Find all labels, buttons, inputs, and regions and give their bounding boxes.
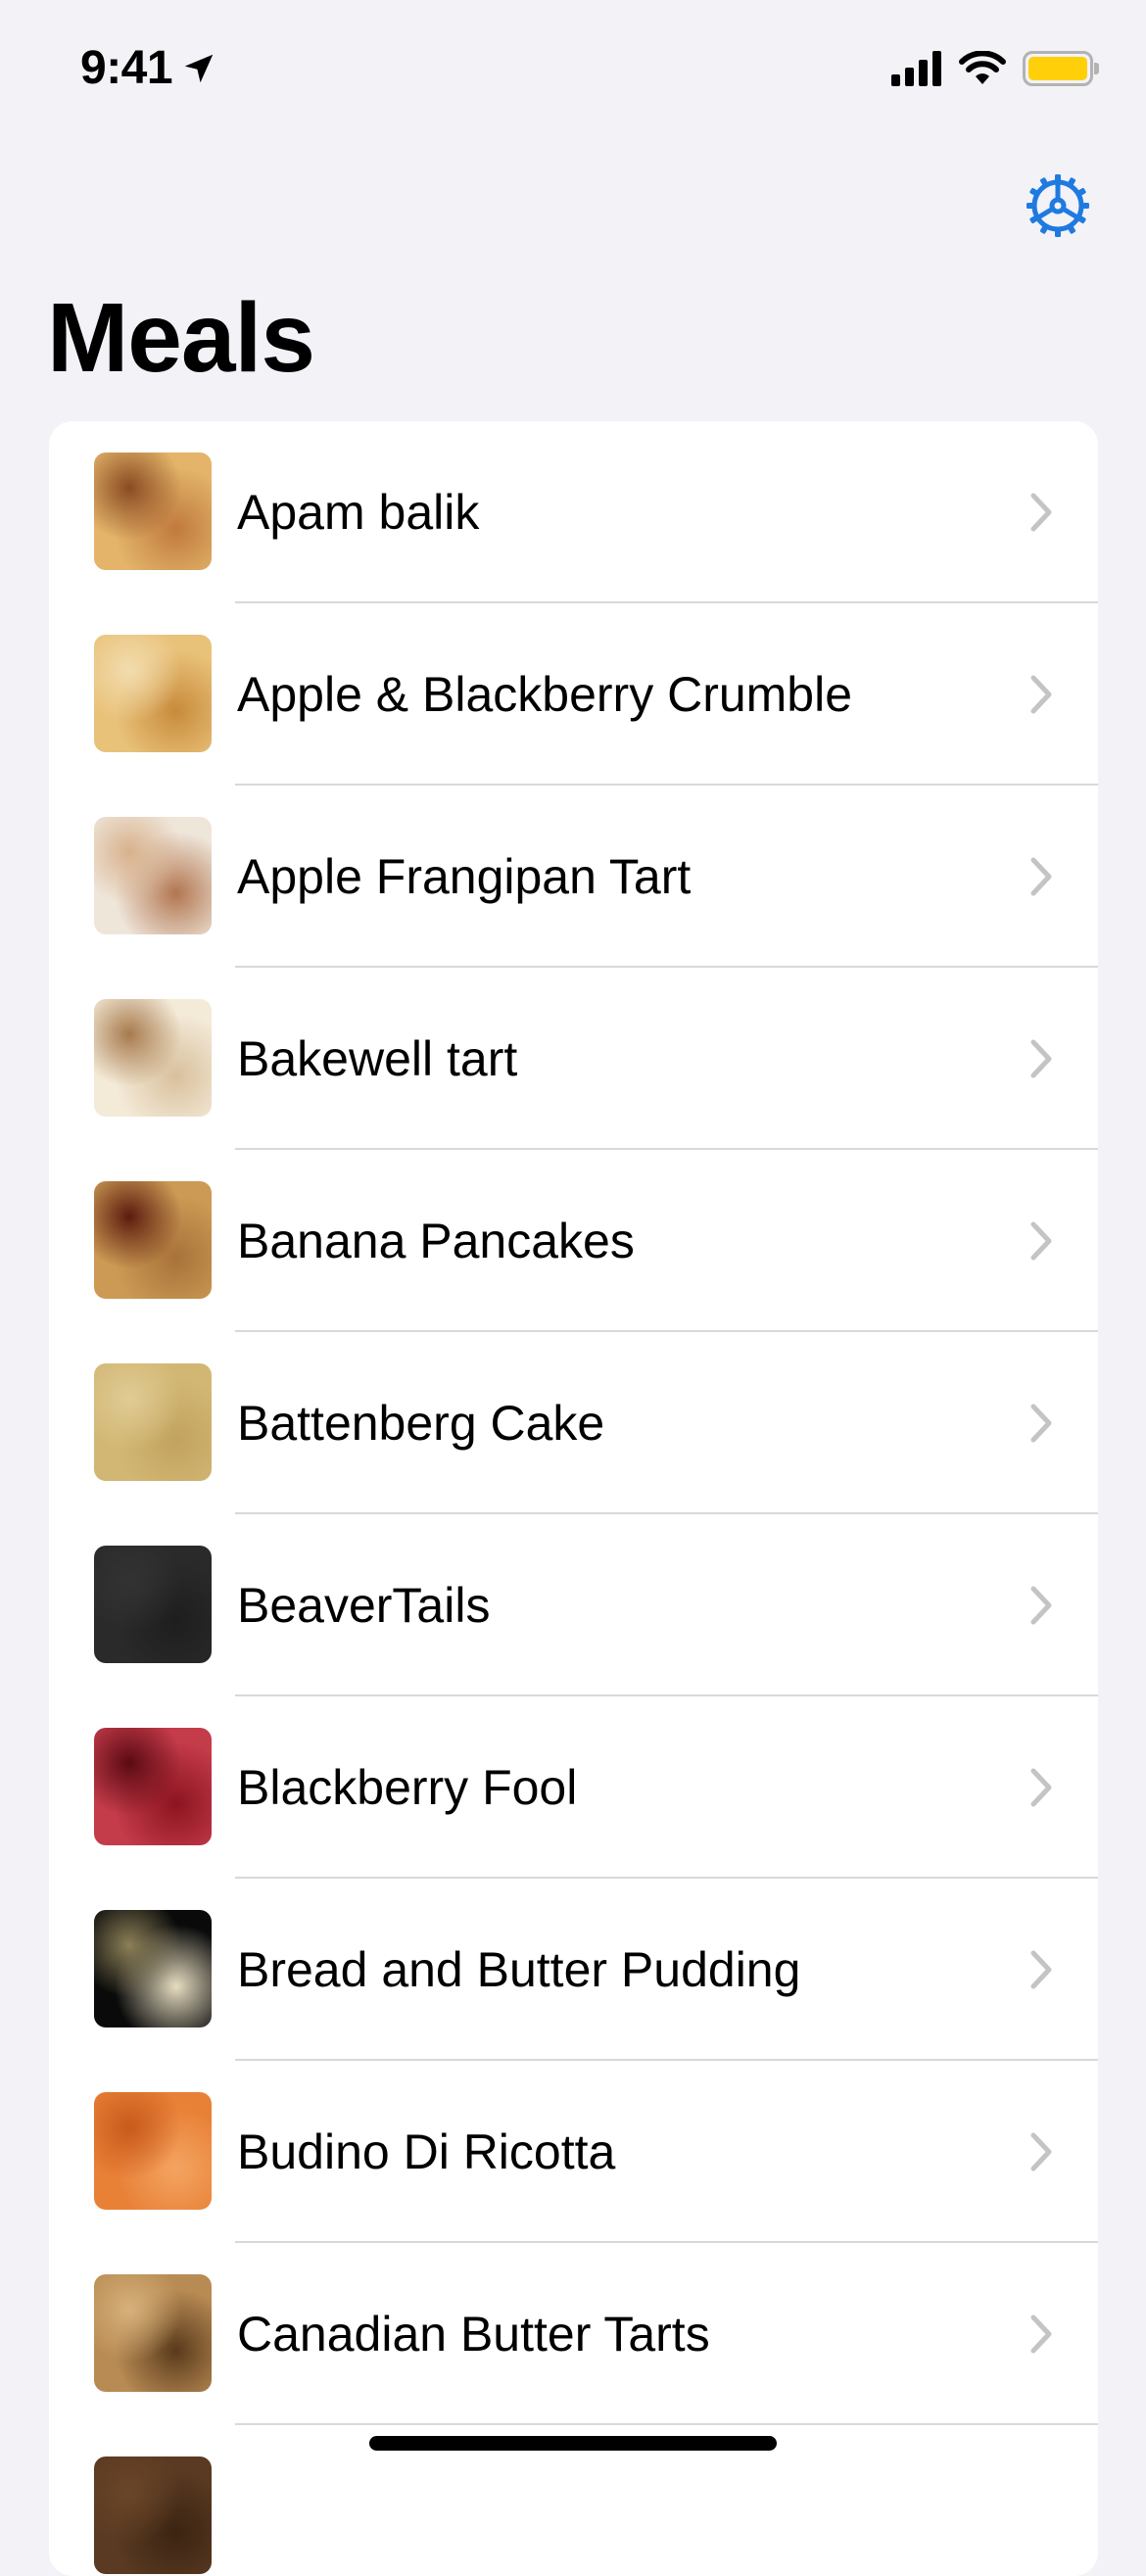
meal-thumbnail [94,1546,212,1663]
chevron-right-icon [1030,1404,1052,1443]
meal-row[interactable]: Battenberg Cake [49,1332,1098,1514]
meal-row[interactable]: Budino Di Ricotta [49,2061,1098,2243]
meal-thumbnail [94,2457,212,2574]
cellular-signal-icon [891,51,941,86]
chevron-right-icon [1030,493,1052,532]
meal-name: BeaverTails [237,1578,491,1633]
meal-list: Apam balik Apple & Blackberry Crumble Appl… [49,421,1098,2576]
status-time: 9:41 [80,41,217,95]
chevron-right-icon [1030,2314,1052,2354]
meal-thumbnail [94,1363,212,1481]
meal-thumbnail [94,817,212,934]
meal-thumbnail [94,1181,212,1299]
meal-name: Canadian Butter Tarts [237,2307,710,2361]
chevron-right-icon [1030,2132,1052,2171]
meal-thumbnail [94,635,212,752]
chevron-right-icon [1030,1039,1052,1078]
meal-row[interactable]: Apple & Blackberry Crumble [49,603,1098,786]
status-indicators [891,51,1099,86]
meal-thumbnail [94,1910,212,2027]
chevron-right-icon [1030,857,1052,896]
meal-name: Bakewell tart [237,1031,518,1086]
meal-row[interactable]: Apple Frangipan Tart [49,786,1098,968]
meal-name: Apple & Blackberry Crumble [237,667,853,722]
meal-name: Bread and Butter Pudding [237,1942,801,1997]
meal-row[interactable]: BeaverTails [49,1514,1098,1696]
wifi-icon [959,51,1006,84]
meal-thumbnail [94,2092,212,2210]
meal-thumbnail [94,453,212,570]
meal-row[interactable]: Blackberry Fool [49,1696,1098,1879]
meal-row[interactable]: Bakewell tart [49,968,1098,1150]
meal-thumbnail [94,2274,212,2392]
meal-name: Banana Pancakes [237,1214,635,1268]
chevron-right-icon [1030,1768,1052,1807]
battery-icon [1023,51,1099,86]
meal-name: Budino Di Ricotta [237,2124,616,2179]
meal-row[interactable]: Apam balik [49,421,1098,603]
chevron-right-icon [1030,675,1052,714]
status-time-label: 9:41 [80,42,173,94]
gear-icon [1027,174,1089,237]
meal-row[interactable]: Banana Pancakes [49,1150,1098,1332]
location-arrow-icon [184,54,214,82]
meal-name: Apam balik [237,485,480,540]
chevron-right-icon [1030,1950,1052,1989]
meal-name: Apple Frangipan Tart [237,849,692,904]
chevron-right-icon [1030,1586,1052,1625]
meal-thumbnail [94,999,212,1117]
status-bar: 9:41 [0,0,1146,147]
meal-row[interactable]: Canadian Butter Tarts [49,2243,1098,2425]
meal-thumbnail [94,1728,212,1845]
chevron-right-icon [1030,1221,1052,1261]
page-title: Meals [47,283,315,393]
meal-name: Blackberry Fool [237,1760,578,1815]
meal-name: Battenberg Cake [237,1396,605,1451]
home-indicator[interactable] [369,2436,777,2451]
settings-button[interactable] [1021,168,1095,243]
meal-row[interactable]: Bread and Butter Pudding [49,1879,1098,2061]
